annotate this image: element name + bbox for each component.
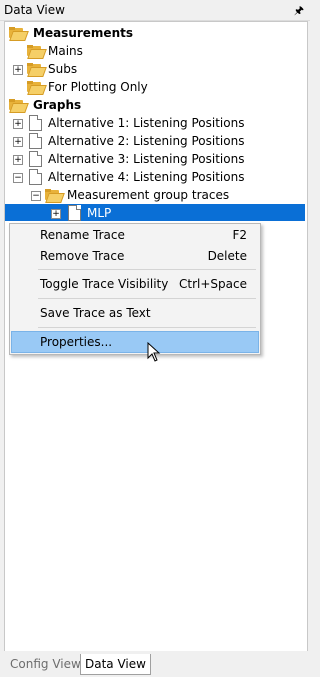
menu-item-rename-trace[interactable]: Rename Trace F2 [11,225,259,245]
folder-open-icon [9,27,29,41]
menu-label: Toggle Trace Visibility [40,277,169,291]
tree-label-alt1: Alternative 1: Listening Positions [48,116,245,130]
expand-plus-icon[interactable]: + [13,155,23,165]
tab-data-view[interactable]: Data View [80,654,151,675]
folder-icon [27,81,47,95]
folder-open-icon [9,99,29,113]
tree-label-subs: Subs [48,62,78,76]
tree-label-mlp: MLP [87,206,112,220]
menu-shortcut: Ctrl+Space [179,277,247,291]
menu-item-save-trace-as-text[interactable]: Save Trace as Text [11,303,259,323]
expand-plus-icon[interactable]: + [13,65,23,75]
menu-separator [38,298,256,299]
menu-item-properties[interactable]: Properties... [11,331,259,353]
menu-item-toggle-visibility[interactable]: Toggle Trace Visibility Ctrl+Space [11,274,259,294]
expand-plus-icon[interactable]: + [51,209,61,219]
menu-label: Remove Trace [40,249,125,263]
expand-plus-icon[interactable]: + [13,137,23,147]
menu-item-remove-trace[interactable]: Remove Trace Delete [11,246,259,266]
tree-label-alt4: Alternative 4: Listening Positions [48,170,245,184]
context-menu: Rename Trace F2 Remove Trace Delete Togg… [9,223,261,355]
document-icon [68,205,81,221]
menu-separator [38,327,256,328]
panel-title: Data View [4,3,65,17]
document-icon [29,169,42,185]
tree-label-alt2: Alternative 2: Listening Positions [48,134,245,148]
menu-label: Save Trace as Text [40,306,151,320]
pin-icon[interactable]: 🖈 [294,2,304,21]
folder-icon [27,45,47,59]
collapse-minus-icon[interactable]: − [13,173,23,183]
tree-label-measurement-group: Measurement group traces [67,188,230,202]
document-icon [29,115,42,131]
collapse-minus-icon[interactable]: − [31,191,41,201]
panel-titlebar: Data View 🖈 [0,0,310,21]
tree-label-alt3: Alternative 3: Listening Positions [48,152,245,166]
tree-label-mains: Mains [48,44,83,58]
menu-label: Rename Trace [40,228,125,242]
expand-plus-icon[interactable]: + [13,119,23,129]
folder-icon [27,63,47,77]
tree-label-for-plotting-only: For Plotting Only [48,80,148,94]
menu-separator [38,269,256,270]
mouse-cursor-icon [147,342,161,362]
menu-shortcut: F2 [232,228,247,242]
document-icon [29,133,42,149]
menu-label: Properties... [40,335,113,349]
selected-row-highlight [5,204,305,221]
menu-shortcut: Delete [207,249,247,263]
tree-label-measurements: Measurements [33,26,133,40]
tab-config-view[interactable]: Config View [6,654,85,674]
folder-open-icon [45,189,65,203]
document-icon [29,151,42,167]
bottom-tab-strip: Config View Data View [0,651,310,677]
tree-label-graphs: Graphs [33,98,82,112]
